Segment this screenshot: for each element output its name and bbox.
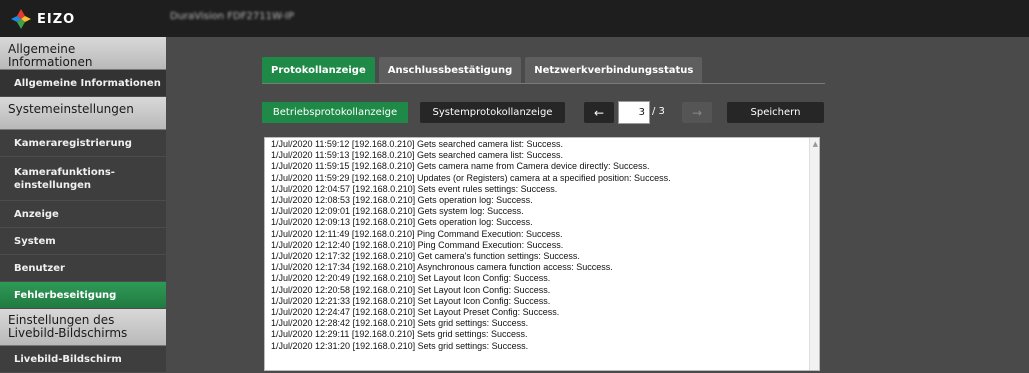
- arrow-left-icon: ←: [593, 105, 605, 120]
- sidebar-item-display[interactable]: Anzeige: [0, 201, 166, 228]
- log-line: 1/Jul/2020 12:29:11 [192.168.0.210] Sets…: [271, 329, 528, 340]
- eizo-logo[interactable]: EIZO: [10, 8, 75, 30]
- log-lines: 1/Jul/2020 11:59:12 [192.168.0.210] Gets…: [265, 138, 819, 352]
- log-line: 1/Jul/2020 12:11:49 [192.168.0.210] Ping…: [271, 228, 563, 239]
- log-line: 1/Jul/2020 12:09:13 [192.168.0.210] Gets…: [271, 217, 533, 228]
- sidebar-section-system[interactable]: Systemeinstellungen: [0, 97, 166, 130]
- top-bar: EIZO DuraVision FDF2711W-IP: [0, 0, 1029, 37]
- sidebar: Allgemeine Informationen Allgemeine Info…: [0, 37, 166, 373]
- page-number-input[interactable]: 3: [618, 101, 650, 124]
- sidebar-item-live-view-screen[interactable]: Livebild-Bildschirm: [0, 346, 166, 373]
- log-line: 1/Jul/2020 11:59:15 [192.168.0.210] Gets…: [271, 161, 650, 172]
- save-button[interactable]: Speichern: [727, 102, 824, 123]
- log-line: 1/Jul/2020 11:59:29 [192.168.0.210] Upda…: [271, 172, 671, 183]
- log-line: 1/Jul/2020 12:08:53 [192.168.0.210] Gets…: [271, 195, 533, 206]
- log-line: 1/Jul/2020 12:20:49 [192.168.0.210] Set …: [271, 273, 551, 284]
- log-line: 1/Jul/2020 12:20:58 [192.168.0.210] Set …: [271, 284, 551, 295]
- log-scrollbar[interactable]: ▲: [809, 138, 819, 370]
- tab-divider: [262, 83, 825, 84]
- arrow-right-icon: →: [691, 105, 703, 120]
- sidebar-item-system[interactable]: System: [0, 228, 166, 255]
- main-content: Protokollanzeige Anschlussbestätigung Ne…: [166, 37, 1029, 371]
- sidebar-item-general-info[interactable]: Allgemeine Informationen: [0, 70, 166, 97]
- sidebar-item-users[interactable]: Benutzer: [0, 255, 166, 282]
- operation-log-button[interactable]: Betriebsprotokollanzeige: [262, 102, 408, 123]
- tab-connection-check[interactable]: Anschlussbestätigung: [378, 57, 522, 83]
- log-line: 1/Jul/2020 12:31:20 [192.168.0.210] Sets…: [271, 340, 529, 351]
- log-line: 1/Jul/2020 12:21:33 [192.168.0.210] Set …: [271, 295, 551, 306]
- log-line: 1/Jul/2020 11:59:13 [192.168.0.210] Gets…: [271, 150, 564, 161]
- page-total: / 3: [652, 106, 665, 117]
- log-line: 1/Jul/2020 11:59:12 [192.168.0.210] Gets…: [271, 139, 564, 149]
- device-name: DuraVision FDF2711W-IP: [170, 11, 295, 22]
- logo-text: EIZO: [37, 11, 76, 27]
- sidebar-item-camera-registration[interactable]: Kameraregistrierung: [0, 130, 166, 157]
- log-line: 1/Jul/2020 12:04:57 [192.168.0.210] Sets…: [271, 183, 558, 194]
- log-line: 1/Jul/2020 12:09:01 [192.168.0.210] Gets…: [271, 206, 524, 217]
- tab-network-status[interactable]: Netzwerkverbindungsstatus: [525, 57, 703, 83]
- tab-log-display[interactable]: Protokollanzeige: [262, 57, 375, 83]
- eizo-logo-icon: [11, 9, 31, 29]
- scroll-up-icon[interactable]: ▲: [813, 140, 818, 148]
- sidebar-item-troubleshooting[interactable]: Fehlerbeseitigung: [0, 282, 166, 309]
- sidebar-section-general[interactable]: Allgemeine Informationen: [0, 37, 166, 70]
- log-line: 1/Jul/2020 12:24:47 [192.168.0.210] Set …: [271, 307, 560, 318]
- tab-bar: Protokollanzeige Anschlussbestätigung Ne…: [262, 57, 706, 83]
- log-line: 1/Jul/2020 12:17:34 [192.168.0.210] Asyn…: [271, 262, 613, 273]
- log-line: 1/Jul/2020 12:28:42 [192.168.0.210] Sets…: [271, 318, 529, 329]
- log-line: 1/Jul/2020 12:17:32 [192.168.0.210] Get …: [271, 251, 580, 262]
- log-textarea[interactable]: 1/Jul/2020 11:59:12 [192.168.0.210] Gets…: [264, 137, 820, 371]
- sidebar-item-camera-function-settings[interactable]: Kamerafunktions-einstellungen: [0, 157, 166, 201]
- log-line: 1/Jul/2020 12:12:40 [192.168.0.210] Ping…: [271, 239, 564, 250]
- system-log-button[interactable]: Systemprotokollanzeige: [420, 102, 565, 123]
- next-page-button[interactable]: →: [682, 102, 712, 123]
- prev-page-button[interactable]: ←: [584, 102, 614, 123]
- sidebar-section-live-view[interactable]: Einstellungen des Livebild-Bildschirms: [0, 309, 166, 346]
